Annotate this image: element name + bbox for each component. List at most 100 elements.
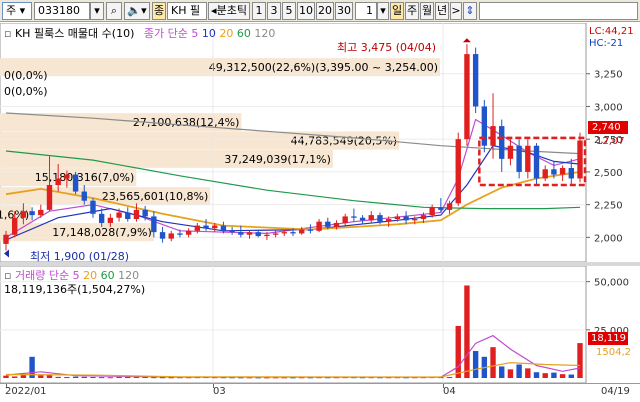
- month-button[interactable]: 월: [420, 2, 434, 20]
- volume-bar: [472, 351, 479, 378]
- zero-label-1: 0(0,0%): [4, 69, 48, 82]
- price-y-tick-label: 2,000: [594, 233, 623, 244]
- chart-type-label: 분초틱: [216, 4, 247, 17]
- candle-body: [151, 216, 157, 233]
- search-button[interactable]: ⌕: [106, 2, 122, 20]
- volume-bar: [507, 369, 514, 378]
- candle-body: [368, 215, 374, 221]
- candle-body: [533, 145, 540, 179]
- stock-kind-badge[interactable]: 종: [152, 2, 166, 20]
- volume-profile-label: 49,312,500(22,6%)(3,395.00 ~ 3,254.00): [209, 61, 438, 74]
- volume-bar: [107, 377, 114, 379]
- candle-body: [507, 145, 514, 159]
- code-dropdown-button[interactable]: ▾: [90, 2, 104, 20]
- candle-body: [246, 232, 253, 235]
- candle-body: [420, 215, 427, 220]
- candle-body: [307, 229, 314, 231]
- chart-type-button[interactable]: ◂분초틱: [208, 2, 250, 20]
- candle-body: [525, 145, 531, 172]
- candle-body: [438, 207, 444, 210]
- candle-body: [142, 209, 148, 217]
- stock-code-input[interactable]: 033180: [34, 2, 90, 20]
- volume-bar: [20, 375, 27, 378]
- count-input[interactable]: 1: [355, 2, 377, 20]
- period-20-button[interactable]: 20: [316, 2, 334, 20]
- chevron-down-icon: ▾: [380, 4, 386, 17]
- volume-summary: 18,119,136주(1,504,27%): [4, 283, 146, 296]
- candle-body: [212, 225, 218, 229]
- more-button[interactable]: >: [450, 2, 462, 20]
- volume-pct-label: 1504,2: [596, 347, 631, 358]
- period-5-button[interactable]: 5: [282, 2, 296, 20]
- current-volume-tag: 18,119: [588, 332, 628, 345]
- week-button[interactable]: 주: [405, 2, 419, 20]
- candle-body: [281, 232, 287, 234]
- volume-bar: [64, 377, 70, 379]
- x-label-03: 03: [213, 386, 226, 397]
- candle-body: [412, 219, 418, 221]
- volume-bar: [90, 377, 96, 379]
- zero-label-2: 0(0,0%): [4, 85, 48, 98]
- price-chart[interactable]: 49,312,500(22,6%)(3,395.00 ~ 3,254.00)27…: [0, 22, 640, 263]
- updown-arrow-icon: ⇕: [465, 4, 475, 17]
- volume-bar: [446, 377, 453, 379]
- ma-legend-60: 60: [236, 27, 251, 40]
- candle-body: [429, 207, 435, 216]
- candle-body: [194, 225, 201, 231]
- candle-body: [29, 211, 35, 216]
- candle-body: [577, 140, 583, 179]
- x-label-2022-01: 2022/01: [5, 386, 47, 397]
- candle-body: [72, 174, 79, 192]
- candle-body: [499, 126, 505, 159]
- year-button[interactable]: 년: [435, 2, 449, 20]
- volume-bar: [568, 374, 574, 378]
- high-price-label: 최고 3,475 (04/04): [337, 41, 437, 54]
- period-30-button[interactable]: 30: [335, 2, 353, 20]
- stock-name-field: KH 필: [167, 2, 207, 20]
- x-label-04: 04: [443, 386, 456, 397]
- candle-body: [203, 225, 209, 229]
- candle-body: [299, 229, 305, 234]
- volume-bar: [464, 285, 470, 378]
- day-button[interactable]: 일: [390, 2, 404, 20]
- candle-body: [168, 233, 174, 239]
- candle-body: [385, 219, 392, 222]
- candle-body: [351, 216, 357, 218]
- candle-body: [516, 145, 522, 172]
- candle-body: [12, 217, 18, 235]
- updown-button[interactable]: ⇕: [463, 2, 477, 20]
- volume-y-tick-label: 50,000: [594, 278, 629, 289]
- candle-body: [551, 169, 557, 175]
- period-1-button[interactable]: 1: [252, 2, 266, 20]
- chevron-down-icon: ▾: [94, 4, 100, 17]
- ma-legend-20: 20: [219, 27, 234, 40]
- period-3-button[interactable]: 3: [267, 2, 281, 20]
- current-price-tag: 2,740: [588, 121, 628, 134]
- candle-body: [90, 200, 96, 214]
- candle-body: [64, 174, 70, 179]
- market-select[interactable]: 주 ▾: [2, 2, 32, 20]
- ma-legend-5: 5: [191, 27, 199, 40]
- volume-bar: [81, 376, 87, 378]
- ma-legend-10: 10: [201, 27, 216, 40]
- volume-bar: [125, 377, 131, 379]
- prev-price-label: 12,07: [596, 136, 625, 147]
- volume-chart-pane[interactable]: 25,00050,000 ▫ 거래량 단순 5 20 60 120 18,119…: [0, 265, 640, 384]
- count-dropdown-button[interactable]: ▾: [377, 2, 389, 20]
- price-chart-pane[interactable]: 49,312,500(22,6%)(3,395.00 ~ 3,254.00) 27…: [0, 22, 640, 263]
- period-10-button[interactable]: 10: [297, 2, 315, 20]
- candle-body: [238, 232, 244, 235]
- x-axis: 2022/01 03 04 04/19: [0, 383, 640, 402]
- candle-body: [455, 139, 461, 204]
- volume-bar: [55, 376, 61, 378]
- volume-bar: [499, 366, 505, 378]
- candle-body: [116, 212, 122, 218]
- candle-body: [255, 232, 261, 237]
- volume-bar: [577, 343, 583, 378]
- expand-icon[interactable]: ▫: [4, 27, 11, 40]
- candle-body: [272, 233, 279, 235]
- toolbar: 주 ▾ 033180 ▾ ⌕ 🔈▾ 종 KH 필 ◂분초틱 1 3 5 10 2…: [0, 0, 640, 22]
- volume-bar: [551, 372, 557, 378]
- sound-button[interactable]: 🔈▾: [124, 2, 150, 20]
- toolbar-blank-field[interactable]: [479, 2, 638, 20]
